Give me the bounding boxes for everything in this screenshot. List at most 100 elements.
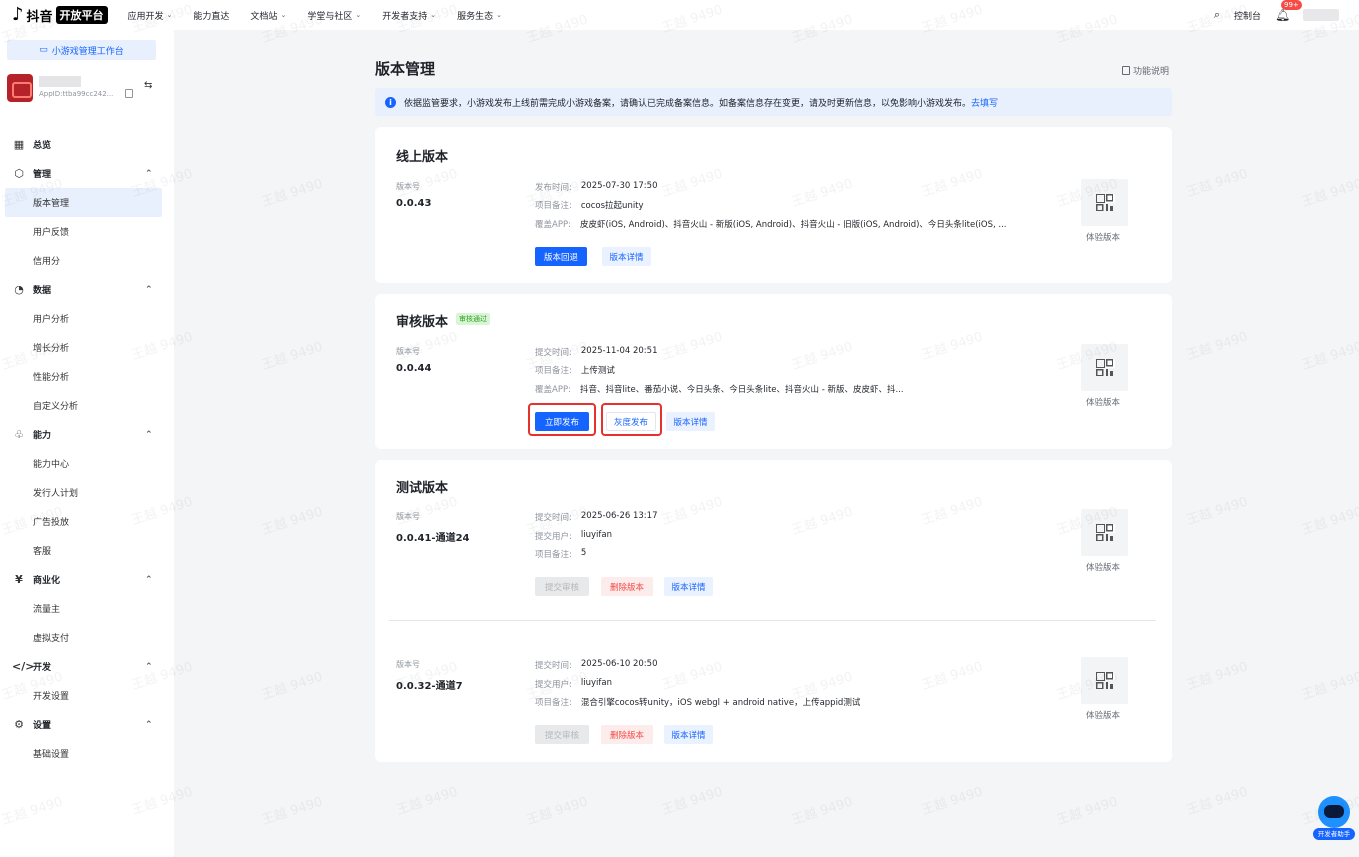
info-row: 提交时间: 2025-06-10 20:50 (535, 659, 657, 671)
sidebar-item[interactable]: 发行人计划 (0, 478, 174, 507)
nav-label: 能力直达 (193, 11, 230, 22)
nav-app-dev[interactable]: 应用开发 ⌄ (128, 9, 173, 22)
nav-ecosystem[interactable]: 服务生态 ⌄ (457, 9, 502, 22)
sidebar-item[interactable]: 版本管理 (5, 188, 162, 217)
info-value: 皮皮虾(iOS, Android)、抖音火山 - 新版(iOS, Android… (579, 220, 1007, 230)
watermark: 王越 9490 (1184, 784, 1250, 819)
chevron-down-icon: ⌄ (430, 11, 437, 19)
top-nav: ♪ 抖音 开放平台 应用开发 ⌄ 能力直达 文档站 ⌄ 学堂与社区 ⌄ 开发者支持 ⌄ … (0, 0, 1359, 30)
help-label: 功能说明 (1133, 67, 1170, 77)
version-detail-button[interactable]: 版本详情 (602, 247, 651, 266)
nav-support[interactable]: 开发者支持 ⌄ (382, 9, 436, 22)
notification-bell[interactable]: 🔔︎ 99+ (1275, 0, 1302, 22)
chevron-up-icon[interactable]: ⌃ (145, 575, 153, 585)
settings-icon: ⚙ (14, 718, 24, 731)
nav-label: 学堂与社区 (307, 11, 353, 22)
nav-docs[interactable]: 文档站 ⌄ (250, 9, 286, 22)
version-label: 版本号 (396, 660, 420, 669)
sidebar-group[interactable]: ⚙ 设置 ⌃ (0, 710, 174, 739)
info-key: 项目备注: (535, 201, 572, 211)
chevron-up-icon[interactable]: ⌃ (145, 169, 153, 179)
chevron-up-icon[interactable]: ⌃ (145, 662, 153, 672)
version-label: 版本号 (396, 347, 420, 356)
info-key: 覆盖APP: (535, 385, 571, 395)
chevron-up-icon[interactable]: ⌃ (145, 430, 153, 440)
sidebar-item[interactable]: 开发设置 (0, 681, 174, 710)
info-value: 混合引擎cocos转unity，iOS webgl + android nati… (580, 698, 861, 708)
sidebar-item[interactable]: 性能分析 (0, 362, 174, 391)
info-key: 提交时间: (535, 661, 572, 671)
notification-badge: 99+ (1281, 0, 1302, 10)
developer-assistant[interactable]: 开发者助手 (1313, 796, 1355, 842)
info-key: 覆盖APP: (535, 220, 571, 230)
info-value: 2025-06-26 13:17 (580, 511, 658, 521)
pie-chart-icon: ◔ (14, 283, 24, 296)
search-icon[interactable]: ⌕ (1214, 8, 1220, 22)
document-icon (1122, 66, 1130, 75)
version-detail-button[interactable]: 版本详情 (664, 725, 713, 744)
sidebar-item[interactable]: 用户反馈 (0, 217, 174, 246)
delete-version-button[interactable]: 删除版本 (601, 577, 653, 596)
nav-capability[interactable]: 能力直达 (193, 9, 229, 22)
chevron-up-icon[interactable]: ⌃ (145, 285, 153, 295)
watermark: 王越 9490 (1184, 659, 1250, 694)
sidebar-group[interactable]: ⬡ 管理 ⌃ (0, 159, 174, 188)
test-version-card: 测试版本 版本号 0.0.41-通道24 提交时间: 2025-06-26 13:… (375, 460, 1172, 762)
info-value: 2025-06-10 20:50 (580, 659, 658, 669)
gray-release-button[interactable]: 灰度发布 (606, 412, 656, 431)
info-key: 提交时间: (535, 513, 572, 523)
version-detail-button[interactable]: 版本详情 (666, 412, 715, 431)
chevron-up-icon[interactable]: ⌃ (145, 720, 153, 730)
qr-code-icon[interactable] (1081, 509, 1128, 556)
version-detail-button[interactable]: 版本详情 (664, 577, 713, 596)
sidebar-group[interactable]: ¥ 商业化 ⌃ (0, 565, 174, 594)
sidebar-group[interactable]: ◔ 数据 ⌃ (0, 275, 174, 304)
help-link[interactable]: 功能说明 (1122, 64, 1169, 77)
nav-academy[interactable]: 学堂与社区 ⌄ (307, 9, 361, 22)
user-menu[interactable] (1303, 9, 1339, 21)
console-link[interactable]: 控制台 (1234, 9, 1261, 22)
info-key: 提交用户: (535, 532, 572, 542)
sidebar-item[interactable]: 信用分 (0, 246, 174, 275)
sidebar-item[interactable]: 增长分析 (0, 333, 174, 362)
sidebar: ▭ 小游戏管理工作台 AppID:ttba99cc242... ⇆ ▦ 总览 ⬡ 管理… (0, 30, 174, 857)
submit-review-button[interactable]: 提交审核 (535, 577, 589, 596)
qr-code-icon[interactable] (1081, 344, 1128, 391)
sidebar-group-label: 总览 (33, 141, 52, 151)
rollback-button[interactable]: 版本回退 (535, 247, 587, 266)
workbench-button[interactable]: ▭ 小游戏管理工作台 (7, 40, 156, 60)
notice-fill-link[interactable]: 去填写 (971, 96, 998, 109)
version-number: 0.0.43 (396, 198, 432, 209)
sidebar-group[interactable]: ▦ 总览 (0, 130, 174, 159)
info-row: 覆盖APP: 皮皮虾(iOS, Android)、抖音火山 - 新版(iOS, A… (535, 218, 1006, 230)
logo[interactable]: ♪ 抖音 开放平台 (12, 6, 108, 25)
qr-code-icon[interactable] (1081, 179, 1128, 226)
sidebar-item[interactable]: 用户分析 (0, 304, 174, 333)
sidebar-group[interactable]: ♧ 能力 ⌃ (0, 420, 174, 449)
filing-notice: i 依据监管要求，小游戏发布上线前需完成小游戏备案，请确认已完成备案信息。如备案… (375, 88, 1172, 116)
sidebar-item[interactable]: 流量主 (0, 594, 174, 623)
qr-label: 体验版本 (1086, 398, 1121, 408)
qr-code-icon[interactable] (1081, 657, 1128, 704)
publish-now-button[interactable]: 立即发布 (535, 412, 589, 431)
watermark: 王越 9490 (259, 176, 325, 211)
bell-icon: 🔔︎ (1275, 8, 1291, 22)
watermark: 王越 9490 (919, 784, 985, 819)
sidebar-item[interactable]: 基础设置 (0, 739, 174, 768)
tiktok-note-icon: ♪ (12, 4, 24, 25)
sidebar-item[interactable]: 虚拟支付 (0, 623, 174, 652)
sidebar-item[interactable]: 能力中心 (0, 449, 174, 478)
sidebar-group[interactable]: </> 开发 ⌃ (0, 652, 174, 681)
sidebar-item[interactable]: 自定义分析 (0, 391, 174, 420)
switch-app-icon[interactable]: ⇆ (144, 80, 152, 91)
info-row: 提交时间: 2025-06-26 13:17 (535, 511, 657, 523)
submit-review-button[interactable]: 提交审核 (535, 725, 589, 744)
delete-version-button[interactable]: 删除版本 (601, 725, 653, 744)
copy-icon[interactable] (125, 89, 133, 98)
watermark: 王越 9490 (259, 504, 325, 539)
watermark: 王越 9490 (1184, 166, 1250, 201)
sidebar-item[interactable]: 客服 (0, 536, 174, 565)
version-label: 版本号 (396, 182, 420, 191)
brand-name: 抖音 (26, 9, 53, 25)
sidebar-item[interactable]: 广告投放 (0, 507, 174, 536)
